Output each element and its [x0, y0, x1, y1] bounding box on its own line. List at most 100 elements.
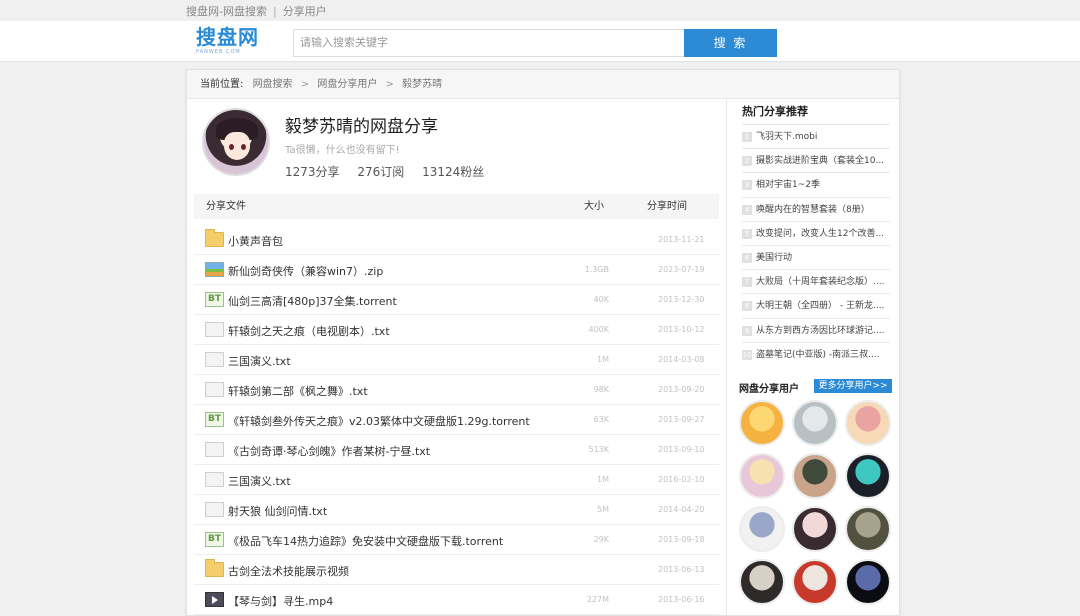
breadcrumb-item[interactable]: 网盘分享用户: [317, 79, 377, 90]
rank-badge: 5: [742, 228, 752, 239]
txt-icon: [205, 442, 224, 457]
file-share-time: 2013-09-20: [658, 385, 705, 394]
user-avatar[interactable]: [792, 506, 838, 552]
file-name-link[interactable]: 三国演义.txt: [228, 473, 291, 489]
file-name-link[interactable]: 轩辕剑之天之痕（电视剧本）.txt: [228, 323, 390, 339]
more-users-button[interactable]: 更多分享用户>>: [814, 379, 892, 393]
rank-badge: 10: [742, 349, 752, 360]
breadcrumb-separator: >: [300, 79, 310, 90]
file-name-link[interactable]: 《古剑奇谭·琴心剑魄》作者某树-宁昼.txt: [228, 443, 430, 459]
share-count: 1273分享: [285, 165, 340, 179]
hot-share-item[interactable]: 4 唤醒内在的智慧套装（8册）: [742, 196, 890, 221]
table-row[interactable]: BT 《极品飞车14热力追踪》免安装中文硬盘版下载.torrent 29K 2013-…: [194, 525, 719, 555]
logo-subtext: PANWEB.COM: [196, 49, 241, 55]
hot-share-item[interactable]: 8 大明王朝（全四册） - 王新龙....: [742, 293, 890, 317]
breadcrumb: 当前位置: 网盘搜索 > 网盘分享用户 > 毅梦苏晴: [187, 70, 899, 99]
profile-description: Ta很懒，什么也没有留下!: [285, 145, 400, 156]
table-row[interactable]: 新仙剑奇侠传（兼容win7）.zip 1.3GB 2023-07-19: [194, 255, 719, 285]
table-row[interactable]: 小黄声音包 2013-11-21: [194, 225, 719, 255]
file-size: 1M: [597, 475, 609, 484]
table-row[interactable]: 射天狼 仙剑问情.txt 5M 2014-04-20: [194, 495, 719, 525]
file-name-link[interactable]: 仙剑三高清[480p]37全集.torrent: [228, 293, 397, 309]
file-share-time: 2016-02-10: [658, 475, 705, 484]
bt-icon: BT: [205, 292, 224, 307]
hot-share-title[interactable]: 改变提问，改变人生12个改善...: [756, 229, 884, 239]
hot-share-item[interactable]: 7 大败局（十周年套装纪念版）....: [742, 269, 890, 293]
hot-share-title[interactable]: 相对宇宙1~2季: [756, 180, 820, 190]
user-avatar[interactable]: [845, 506, 891, 552]
table-row[interactable]: 古剑全法术技能展示视频 2013-06-13: [194, 555, 719, 585]
hot-share-item[interactable]: 10 盗墓笔记(中亚版) -南派三叔....: [742, 341, 890, 366]
site-link[interactable]: 搜盘网-网盘搜索: [186, 5, 267, 18]
file-name-link[interactable]: 小黄声音包: [228, 233, 283, 249]
file-name-link[interactable]: 《轩辕剑叁外传天之痕》v2.03繁体中文硬盘版1.29g.torrent: [228, 413, 530, 429]
hot-share-title[interactable]: 唤醒内在的智慧套装（8册）: [756, 205, 870, 215]
column-header-name: 分享文件: [206, 201, 246, 212]
hot-share-title[interactable]: 盗墓笔记(中亚版) -南派三叔....: [756, 350, 880, 360]
user-avatar[interactable]: [845, 453, 891, 499]
avatar: [202, 108, 270, 176]
table-row[interactable]: BT 仙剑三高清[480p]37全集.torrent 40K 2013-12-30: [194, 285, 719, 315]
search-input[interactable]: 请输入搜索关键字: [293, 29, 685, 57]
user-avatar[interactable]: [739, 453, 785, 499]
search-button[interactable]: 搜 索: [684, 29, 777, 57]
hot-share-title[interactable]: 从东方到西方汤因比环球游记....: [756, 326, 884, 336]
file-size: 1M: [597, 355, 609, 364]
hot-share-title[interactable]: 大明王朝（全四册） - 王新龙....: [756, 301, 884, 311]
breadcrumb-item[interactable]: 网盘搜索: [253, 79, 293, 90]
file-name-link[interactable]: 轩辕剑第二部《枫之舞》.txt: [228, 383, 368, 399]
file-table-header: 分享文件 大小 分享时间: [194, 194, 719, 219]
table-row[interactable]: 三国演义.txt 1M 2014-03-08: [194, 345, 719, 375]
hot-share-title[interactable]: 摄影实战进阶宝典（套装全10...: [756, 156, 884, 166]
user-avatar[interactable]: [792, 400, 838, 446]
logo-text: 搜盘网: [196, 25, 259, 49]
hot-share-item[interactable]: 5 改变提问，改变人生12个改善...: [742, 220, 890, 245]
user-avatar[interactable]: [845, 400, 891, 446]
hot-share-item[interactable]: 6 美国行动: [742, 244, 890, 269]
file-share-time: 2013-09-10: [658, 445, 705, 454]
file-size: 40K: [593, 295, 609, 304]
rank-badge: 9: [742, 325, 752, 336]
folder-icon: [205, 559, 224, 577]
file-name-link[interactable]: 新仙剑奇侠传（兼容win7）.zip: [228, 263, 383, 279]
table-row[interactable]: 三国演义.txt 1M 2016-02-10: [194, 465, 719, 495]
file-name-link[interactable]: 射天狼 仙剑问情.txt: [228, 503, 327, 519]
main-panel: 当前位置: 网盘搜索 > 网盘分享用户 > 毅梦苏晴 毅梦苏晴的网盘分享 Ta很…: [186, 69, 900, 616]
column-header-time: 分享时间: [647, 201, 687, 212]
profile-stats: 1273分享 276订阅 13124粉丝: [285, 163, 498, 180]
site-logo[interactable]: 搜盘网 PANWEB.COM: [196, 26, 266, 58]
file-name-link[interactable]: 古剑全法术技能展示视频: [228, 563, 349, 579]
user-avatar[interactable]: [845, 559, 891, 605]
file-share-time: 2013-11-21: [658, 235, 705, 244]
user-avatar[interactable]: [792, 559, 838, 605]
file-list: 小黄声音包 2013-11-21 新仙剑奇侠传（兼容win7）.zip 1.3GB 20…: [194, 225, 719, 615]
table-row[interactable]: 轩辕剑之天之痕（电视剧本）.txt 400K 2013-10-12: [194, 315, 719, 345]
hot-shares-title: 热门分享推荐: [742, 105, 808, 118]
share-users-link[interactable]: 分享用户: [283, 5, 327, 18]
breadcrumb-item[interactable]: 毅梦苏晴: [402, 79, 442, 90]
hot-share-item[interactable]: 3 相对宇宙1~2季: [742, 172, 890, 196]
user-avatar[interactable]: [739, 400, 785, 446]
file-name-link[interactable]: 【琴与剑】寻生.mp4: [228, 593, 333, 609]
table-row[interactable]: 【琴与剑】寻生.mp4 227M 2013-06-16: [194, 585, 719, 615]
table-row[interactable]: BT 《轩辕剑叁外传天之痕》v2.03繁体中文硬盘版1.29g.torrent 63…: [194, 405, 719, 435]
page-title: 毅梦苏晴的网盘分享: [285, 117, 438, 137]
hot-share-title[interactable]: 飞羽天下.mobi: [756, 132, 817, 142]
file-share-time: 2023-07-19: [658, 265, 705, 274]
file-name-link[interactable]: 《极品飞车14热力追踪》免安装中文硬盘版下载.torrent: [228, 533, 503, 549]
file-name-link[interactable]: 三国演义.txt: [228, 353, 291, 369]
file-share-time: 2013-09-27: [658, 415, 705, 424]
file-size: 227M: [586, 595, 609, 604]
user-avatar[interactable]: [792, 453, 838, 499]
user-avatar[interactable]: [739, 559, 785, 605]
table-row[interactable]: 轩辕剑第二部《枫之舞》.txt 98K 2013-09-20: [194, 375, 719, 405]
table-row[interactable]: 《古剑奇谭·琴心剑魄》作者某树-宁昼.txt 513K 2013-09-10: [194, 435, 719, 465]
user-avatar[interactable]: [739, 506, 785, 552]
hot-share-item[interactable]: 1 飞羽天下.mobi: [742, 124, 890, 148]
hot-share-title[interactable]: 美国行动: [756, 253, 792, 263]
file-share-time: 2014-03-08: [658, 355, 705, 364]
hot-share-item[interactable]: 2 摄影实战进阶宝典（套装全10...: [742, 148, 890, 172]
hot-share-item[interactable]: 9 从东方到西方汤因比环球游记....: [742, 317, 890, 342]
hot-share-title[interactable]: 大败局（十周年套装纪念版）....: [756, 277, 884, 287]
rank-badge: 1: [742, 132, 752, 142]
